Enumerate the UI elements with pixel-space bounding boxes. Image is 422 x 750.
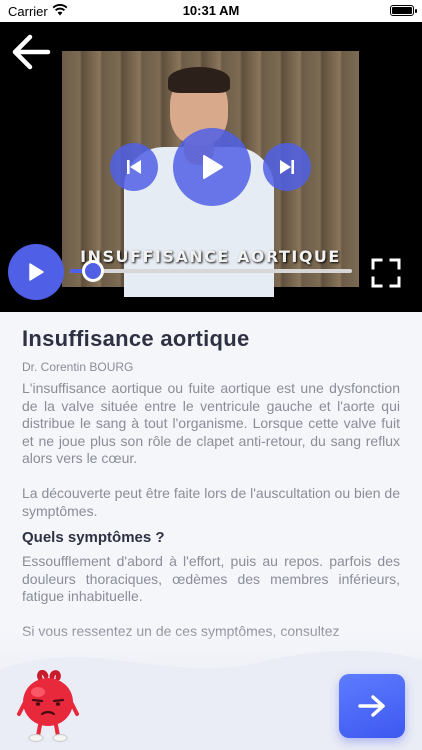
presenter-hair — [168, 67, 230, 93]
skip-next-icon — [280, 160, 294, 174]
back-button[interactable] — [8, 30, 54, 74]
play-pause-button[interactable] — [8, 244, 64, 300]
progress-thumb[interactable] — [81, 260, 104, 282]
video-player[interactable]: Insuffisance aortique — [0, 22, 422, 312]
video-caption: Insuffisance aortique — [80, 247, 341, 266]
previous-button[interactable] — [110, 143, 158, 191]
skip-previous-icon — [127, 160, 141, 174]
arrow-right-icon — [358, 695, 385, 717]
arrow-left-icon — [12, 34, 51, 70]
symptoms-paragraph: Essoufflement d'abord à l'effort, puis a… — [22, 553, 400, 605]
symptoms-heading: Quels symptômes ? — [22, 529, 165, 547]
article-paragraph: La découverte peut être faite lors de l'… — [22, 484, 400, 519]
article-paragraph: L'insuffisance aortique ou fuite aortiqu… — [22, 380, 400, 467]
heart-mascot-icon — [16, 669, 80, 742]
progress-track[interactable] — [70, 269, 352, 273]
fullscreen-icon — [371, 258, 401, 288]
play-button[interactable] — [173, 128, 251, 206]
fullscreen-button[interactable] — [370, 257, 402, 289]
status-bar: Carrier 10:31 AM — [0, 0, 422, 22]
play-icon — [29, 263, 44, 281]
continue-button[interactable] — [339, 674, 405, 738]
article-author: Dr. Corentin BOURG — [22, 360, 134, 374]
article-title: Insuffisance aortique — [22, 326, 250, 351]
status-time: 10:31 AM — [182, 3, 240, 18]
battery-icon — [390, 5, 417, 16]
play-icon — [203, 155, 223, 179]
next-button[interactable] — [263, 143, 311, 191]
